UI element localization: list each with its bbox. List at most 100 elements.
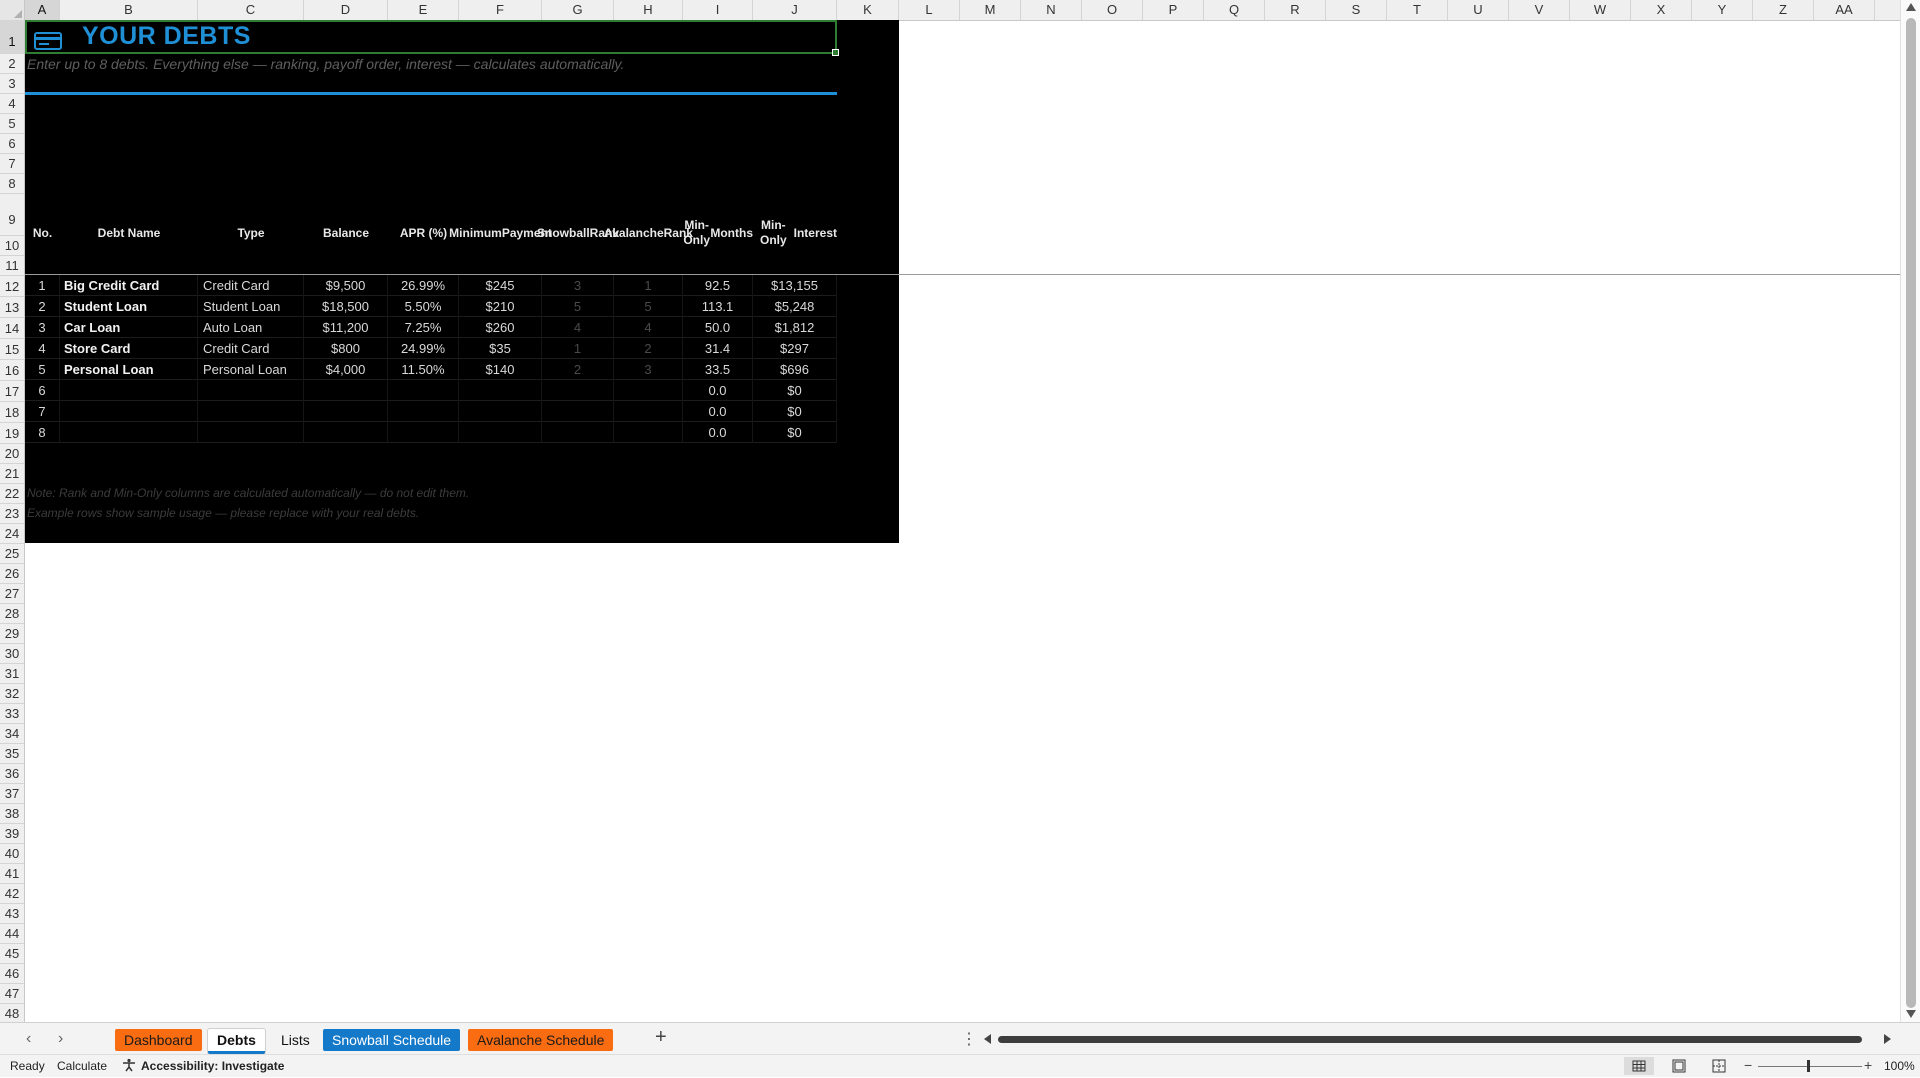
column-header[interactable]: F: [459, 0, 542, 20]
row-header[interactable]: 14: [0, 318, 24, 339]
row-header[interactable]: 20: [0, 444, 24, 464]
row-header[interactable]: 24: [0, 524, 24, 544]
row-header[interactable]: 2: [0, 54, 24, 74]
cell-debt-name[interactable]: Personal Loan: [60, 359, 198, 380]
cell-no[interactable]: 7: [25, 401, 60, 422]
cell-debt-name[interactable]: Student Loan: [60, 296, 198, 317]
row-header[interactable]: 21: [0, 464, 24, 484]
cell-snowball-rank[interactable]: 4: [542, 317, 614, 338]
column-header[interactable]: G: [542, 0, 614, 20]
cell-minimum-payment[interactable]: [459, 401, 542, 422]
spreadsheet-grid[interactable]: A B C D E F G H I J K L M N O P Q R S T U V W X Y Z AA 1 2 3 4 5 6 7 8 9 10…: [0, 0, 1920, 1022]
row-header[interactable]: 43: [0, 904, 24, 924]
row-header[interactable]: 25: [0, 544, 24, 564]
row-header[interactable]: 42: [0, 884, 24, 904]
column-header[interactable]: R: [1265, 0, 1326, 20]
column-header[interactable]: B: [60, 0, 198, 20]
cell-avalanche-rank[interactable]: 2: [614, 338, 683, 359]
cell-no[interactable]: 3: [25, 317, 60, 338]
cell-balance[interactable]: $18,500: [304, 296, 388, 317]
cell-debt-name[interactable]: Store Card: [60, 338, 198, 359]
row-header[interactable]: 36: [0, 764, 24, 784]
row-header[interactable]: 33: [0, 704, 24, 724]
cell-min-only-months[interactable]: 0.0: [683, 422, 753, 443]
row-header[interactable]: 38: [0, 804, 24, 824]
column-header[interactable]: D: [304, 0, 388, 20]
column-header[interactable]: T: [1387, 0, 1448, 20]
row-header[interactable]: 47: [0, 984, 24, 1004]
cell-type[interactable]: Student Loan: [198, 296, 304, 317]
cell-no[interactable]: 2: [25, 296, 60, 317]
row-header[interactable]: 19: [0, 423, 24, 444]
column-header[interactable]: C: [198, 0, 304, 20]
cell-balance[interactable]: [304, 380, 388, 401]
scroll-up-icon[interactable]: [1906, 3, 1916, 11]
column-header[interactable]: O: [1082, 0, 1143, 20]
cell-snowball-rank[interactable]: [542, 401, 614, 422]
cell-balance[interactable]: $11,200: [304, 317, 388, 338]
row-header[interactable]: 3: [0, 74, 24, 94]
tab-dashboard[interactable]: Dashboard: [115, 1029, 202, 1051]
row-header[interactable]: 11: [0, 256, 24, 276]
row-header[interactable]: 31: [0, 664, 24, 684]
cell-type[interactable]: Personal Loan: [198, 359, 304, 380]
row-header[interactable]: 1: [0, 20, 24, 54]
scroll-down-icon[interactable]: [1906, 1010, 1916, 1018]
column-header[interactable]: X: [1631, 0, 1692, 20]
cell-min-only-months[interactable]: 50.0: [683, 317, 753, 338]
zoom-slider-handle[interactable]: [1807, 1060, 1810, 1072]
cell-type[interactable]: Credit Card: [198, 275, 304, 296]
cell-min-only-months[interactable]: 31.4: [683, 338, 753, 359]
cell-debt-name[interactable]: Big Credit Card: [60, 275, 198, 296]
cell-no[interactable]: 4: [25, 338, 60, 359]
cell-avalanche-rank[interactable]: 5: [614, 296, 683, 317]
row-header[interactable]: 4: [0, 94, 24, 114]
cell-minimum-payment[interactable]: $260: [459, 317, 542, 338]
zoom-slider[interactable]: [1758, 1066, 1862, 1067]
cell-balance[interactable]: $800: [304, 338, 388, 359]
cell-snowball-rank[interactable]: 5: [542, 296, 614, 317]
column-header[interactable]: Z: [1753, 0, 1814, 20]
cell-apr[interactable]: 11.50%: [388, 359, 459, 380]
column-header[interactable]: V: [1509, 0, 1570, 20]
row-header[interactable]: 8: [0, 174, 24, 194]
cell-min-only-interest[interactable]: $5,248: [753, 296, 837, 317]
row-header[interactable]: 44: [0, 924, 24, 944]
row-header[interactable]: 13: [0, 297, 24, 318]
zoom-out-icon[interactable]: −: [1744, 1057, 1752, 1073]
column-header[interactable]: L: [899, 0, 960, 20]
cell-apr[interactable]: 5.50%: [388, 296, 459, 317]
cell-type[interactable]: [198, 380, 304, 401]
row-header[interactable]: 22: [0, 484, 24, 504]
column-header[interactable]: K: [837, 0, 899, 20]
column-header[interactable]: I: [683, 0, 753, 20]
tab-avalanche-schedule[interactable]: Avalanche Schedule: [468, 1029, 614, 1051]
cell-type[interactable]: [198, 422, 304, 443]
row-header[interactable]: 7: [0, 154, 24, 174]
horizontal-scroll-thumb[interactable]: [998, 1036, 1862, 1043]
cell-apr[interactable]: [388, 380, 459, 401]
cell-avalanche-rank[interactable]: 3: [614, 359, 683, 380]
zoom-in-icon[interactable]: +: [1864, 1057, 1872, 1073]
column-header[interactable]: S: [1326, 0, 1387, 20]
cell-balance[interactable]: [304, 422, 388, 443]
cell-avalanche-rank[interactable]: 4: [614, 317, 683, 338]
row-header[interactable]: 28: [0, 604, 24, 624]
cell-snowball-rank[interactable]: 1: [542, 338, 614, 359]
cell-minimum-payment[interactable]: [459, 422, 542, 443]
cell-min-only-interest[interactable]: $0: [753, 401, 837, 422]
cell-minimum-payment[interactable]: [459, 380, 542, 401]
column-header[interactable]: M: [960, 0, 1021, 20]
column-header[interactable]: J: [753, 0, 837, 20]
cell-type[interactable]: [198, 401, 304, 422]
row-header[interactable]: 39: [0, 824, 24, 844]
row-header[interactable]: 6: [0, 134, 24, 154]
cell-min-only-months[interactable]: 33.5: [683, 359, 753, 380]
active-cell-selection[interactable]: [25, 20, 839, 56]
cell-type[interactable]: Auto Loan: [198, 317, 304, 338]
row-header[interactable]: 15: [0, 339, 24, 360]
cell-debt-name[interactable]: Car Loan: [60, 317, 198, 338]
status-accessibility[interactable]: Accessibility: Investigate: [141, 1059, 284, 1073]
row-header[interactable]: 37: [0, 784, 24, 804]
status-calculate[interactable]: Calculate: [57, 1059, 107, 1073]
